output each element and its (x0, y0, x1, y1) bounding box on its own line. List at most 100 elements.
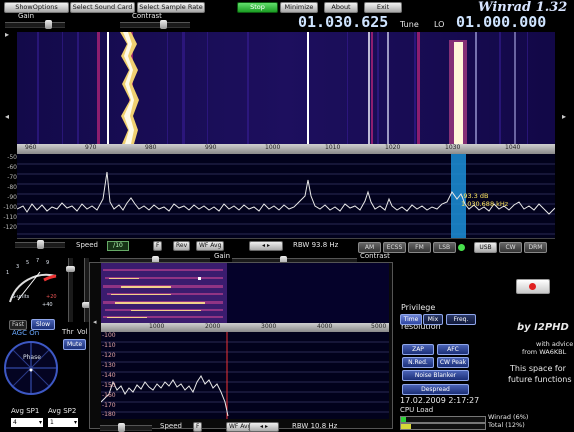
cpu-total-value: Total (12%) (488, 421, 525, 429)
cpu-winrad-bar (400, 416, 486, 423)
avg-sp1-value: 4 (13, 419, 17, 426)
audio-axis-tick: 3000 (261, 323, 277, 330)
audio-left-arrow[interactable]: ◂ (93, 318, 97, 326)
privilege-freq-button[interactable]: Freq. (446, 314, 476, 325)
y-tick: -110 (3, 214, 17, 221)
s-scale-1: 1 (6, 270, 10, 276)
zap-button[interactable]: ZAP (402, 344, 434, 355)
mute-button[interactable]: Mute (63, 339, 86, 350)
cpu-winrad-fill (401, 417, 407, 422)
rbw-stepper[interactable]: ◂ ▸ (249, 241, 283, 251)
audio-contrast-label: Contrast (360, 252, 390, 260)
s-scale-7: 7 (36, 258, 40, 264)
phase-label: Phase (23, 354, 41, 361)
about-button[interactable]: About (324, 2, 358, 13)
mode-cw-button[interactable]: CW (499, 242, 522, 253)
audio-speed-label: Speed (160, 422, 182, 430)
axis-tick: 1010 (325, 144, 341, 151)
afc-button[interactable]: AFC (437, 344, 469, 355)
record-button[interactable] (516, 279, 550, 294)
lo-label: LO (434, 20, 445, 29)
minimize-button[interactable]: Minimize (280, 2, 318, 13)
mode-lsb-button[interactable]: LSB (433, 242, 456, 253)
audio-waterfall-image (101, 263, 389, 323)
waterfall-right-arrow[interactable]: ▸ (562, 112, 566, 121)
wf-avg-button[interactable]: WF Avg (196, 241, 225, 251)
audio-speed-slider[interactable] (100, 423, 152, 432)
audio-y-tick: -130 (102, 362, 116, 369)
phase-scope: Phase (3, 340, 59, 396)
y-tick: -100 (3, 204, 17, 211)
axis-tick: 990 (205, 144, 217, 151)
select-sound-card-button[interactable]: Select Sound Card (70, 2, 135, 13)
axis-tick: 980 (145, 144, 157, 151)
rbw-label: RBW 93.8 Hz (293, 241, 339, 249)
contrast-slider-knob[interactable] (160, 20, 167, 29)
show-options-button[interactable]: ShowOptions (4, 2, 69, 13)
axis-tick: 1020 (385, 144, 401, 151)
privilege-time-button[interactable]: Time (400, 314, 422, 325)
date-time: 17.02.2009 2:17:27 (400, 396, 480, 405)
privilege-title: Privilege (401, 303, 436, 312)
audio-y-tick: -140 (102, 372, 116, 379)
audio-axis-tick: 5000 (371, 323, 387, 330)
threshold-knob[interactable] (66, 266, 75, 272)
gain-label: Gain (18, 12, 35, 20)
f-button[interactable]: F (153, 241, 163, 251)
audio-gain-label: Gain (214, 252, 231, 260)
audio-axis-tick: 1000 (149, 323, 165, 330)
gain-slider-knob[interactable] (45, 20, 52, 29)
advice-line-2: from WA6KBL (522, 348, 567, 356)
stop-button[interactable]: Stop (237, 2, 278, 13)
audio-spectrum-plot (101, 332, 389, 419)
privilege-mix-button[interactable]: Mix (423, 314, 443, 325)
y-tick: -70 (7, 174, 17, 181)
speed-value[interactable]: /10 (107, 241, 129, 251)
audio-y-tick: -150 (102, 382, 116, 389)
lo-frequency-display[interactable]: 01.000.000 (456, 13, 546, 31)
s-scale-40: +40 (42, 302, 53, 308)
s-scale-9: 9 (46, 260, 50, 266)
audio-frequency-axis[interactable]: 1000 2000 3000 4000 5000 (101, 323, 389, 332)
avg-sp2-select[interactable]: 1 ▾ (48, 418, 78, 427)
exit-button[interactable]: Exit (364, 2, 402, 13)
cpu-winrad-value: Winrad (6%) (488, 413, 529, 421)
gain-slider[interactable] (5, 20, 65, 29)
tune-frequency-display[interactable]: 01.030.625 (298, 13, 388, 31)
s-units-label: S-units (12, 294, 30, 300)
speed-knob[interactable] (37, 240, 44, 249)
y-tick: -80 (7, 184, 17, 191)
avg-sp2-label: Avg SP2 (48, 407, 77, 415)
mode-fm-button[interactable]: FM (408, 242, 431, 253)
audio-y-tick: -110 (102, 342, 116, 349)
cpu-load-label: CPU Load (400, 406, 434, 414)
contrast-slider[interactable] (120, 20, 190, 29)
tune-label: Tune (400, 20, 419, 29)
noise-reduction-button[interactable]: N.Red. (402, 357, 434, 368)
main-spectrum[interactable]: -50 -60 -70 -80 -90 -100 -110 -120 -93.3… (3, 154, 556, 239)
author-credit: by I2PHD (517, 322, 569, 333)
spectrum-speed-slider[interactable] (15, 240, 65, 249)
waterfall-left-arrow[interactable]: ◂ (5, 112, 9, 121)
cw-peak-button[interactable]: CW Peak (437, 357, 469, 368)
s-meter: 1 3 5 7 9 +20 +40 S-units (2, 256, 64, 312)
noise-blanker-button[interactable]: Noise Blanker (402, 370, 469, 381)
audio-y-tick: -120 (102, 352, 116, 359)
s-scale-3: 3 (16, 264, 20, 270)
audio-y-tick: -160 (102, 392, 116, 399)
contrast-label: Contrast (132, 12, 162, 20)
rev-button[interactable]: Rev (173, 241, 191, 251)
main-waterfall[interactable] (17, 32, 555, 144)
axis-tick: 1040 (505, 144, 521, 151)
audio-y-tick: -170 (102, 402, 116, 409)
despread-button[interactable]: Despread (402, 384, 469, 395)
main-frequency-axis[interactable]: 960 970 980 990 1000 1010 1020 1030 1040 (17, 144, 555, 154)
audio-spectrum[interactable]: -100 -110 -120 -130 -140 -150 -160 -170 … (101, 332, 389, 419)
s-scale-5: 5 (26, 260, 30, 266)
mode-usb-button[interactable]: USB (474, 242, 497, 253)
mode-drm-button[interactable]: DRM (524, 242, 547, 253)
marker-level: -93.3 dB (461, 192, 489, 200)
avg-sp1-select[interactable]: 4 ▾ (11, 418, 43, 427)
threshold-slider[interactable] (66, 258, 75, 322)
audio-waterfall[interactable] (101, 263, 389, 323)
